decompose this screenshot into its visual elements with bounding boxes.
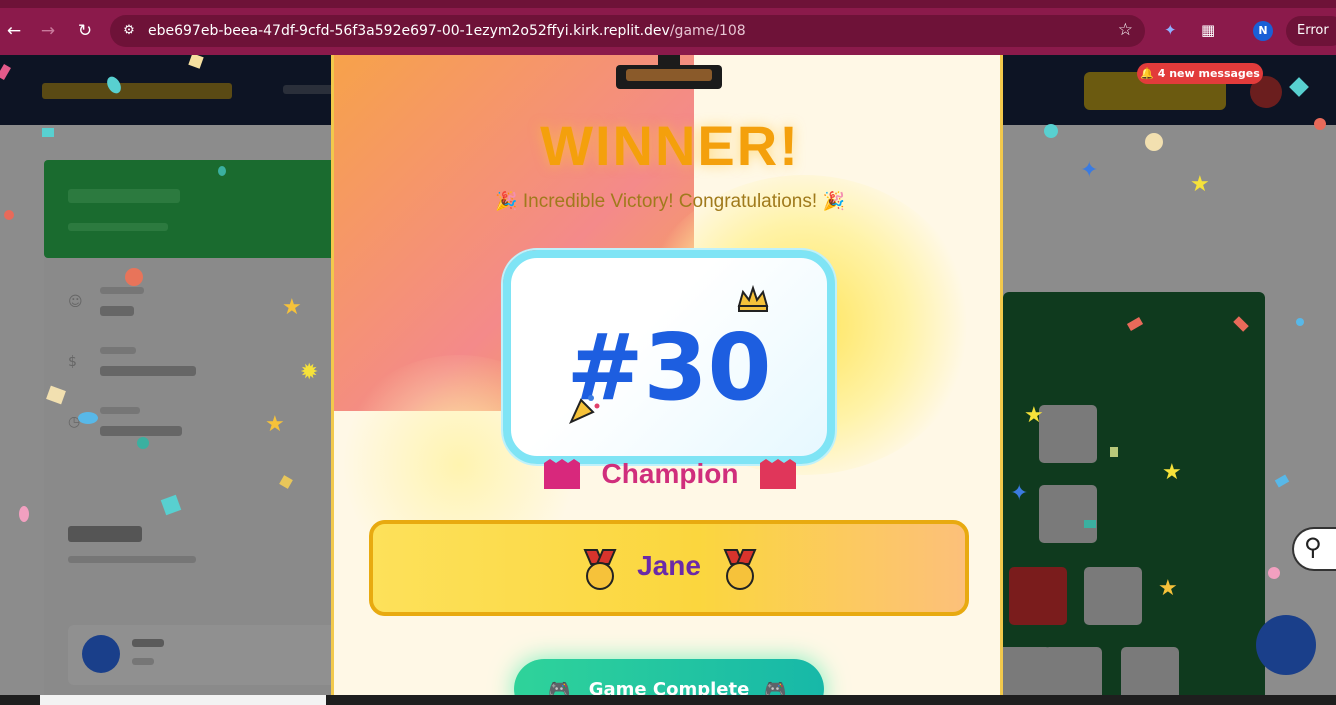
url-path: /game/108 <box>669 23 746 39</box>
star-icon: ★ <box>1190 172 1210 197</box>
taskbar-window[interactable] <box>40 695 326 705</box>
browser-toolbar: ← → ↻ ⚙ ebe697eb-beea-47df-9cfd-56f3a592… <box>0 0 1336 55</box>
extension-icon[interactable]: ✦ <box>1164 21 1177 39</box>
star-icon: ★ <box>1158 576 1178 601</box>
back-icon[interactable]: ← <box>3 20 25 42</box>
star-icon: ★ <box>1162 460 1182 485</box>
site-settings-icon[interactable]: ⚙ <box>120 22 138 40</box>
tab-strip <box>0 0 1336 8</box>
bookmark-star-icon[interactable]: ☆ <box>1118 20 1133 40</box>
address-bar[interactable]: ⚙ ebe697eb-beea-47df-9cfd-56f3a592e697-0… <box>110 15 1145 47</box>
star-icon: ★ <box>265 412 285 437</box>
reload-icon[interactable]: ↻ <box>74 20 96 42</box>
sparkle-icon: ✹ <box>300 360 319 385</box>
star-icon: ★ <box>282 295 302 320</box>
profile-avatar[interactable]: N <box>1253 21 1273 41</box>
screen: ← → ↻ ⚙ ebe697eb-beea-47df-9cfd-56f3a592… <box>0 0 1336 705</box>
puzzle-icon[interactable]: ▦ <box>1201 21 1215 39</box>
sparkle-icon: ✦ <box>1010 481 1029 506</box>
forward-icon[interactable]: → <box>37 20 59 42</box>
error-button[interactable]: Error <box>1286 16 1336 46</box>
url-text: ebe697eb-beea-47df-9cfd-56f3a592e697-00-… <box>148 23 746 39</box>
os-taskbar <box>0 695 1336 705</box>
star-icon: ★ <box>1024 403 1044 428</box>
url-host: ebe697eb-beea-47df-9cfd-56f3a592e697-00-… <box>148 23 670 39</box>
confetti-layer <box>0 55 1326 579</box>
sparkle-icon: ✦ <box>1080 158 1099 183</box>
